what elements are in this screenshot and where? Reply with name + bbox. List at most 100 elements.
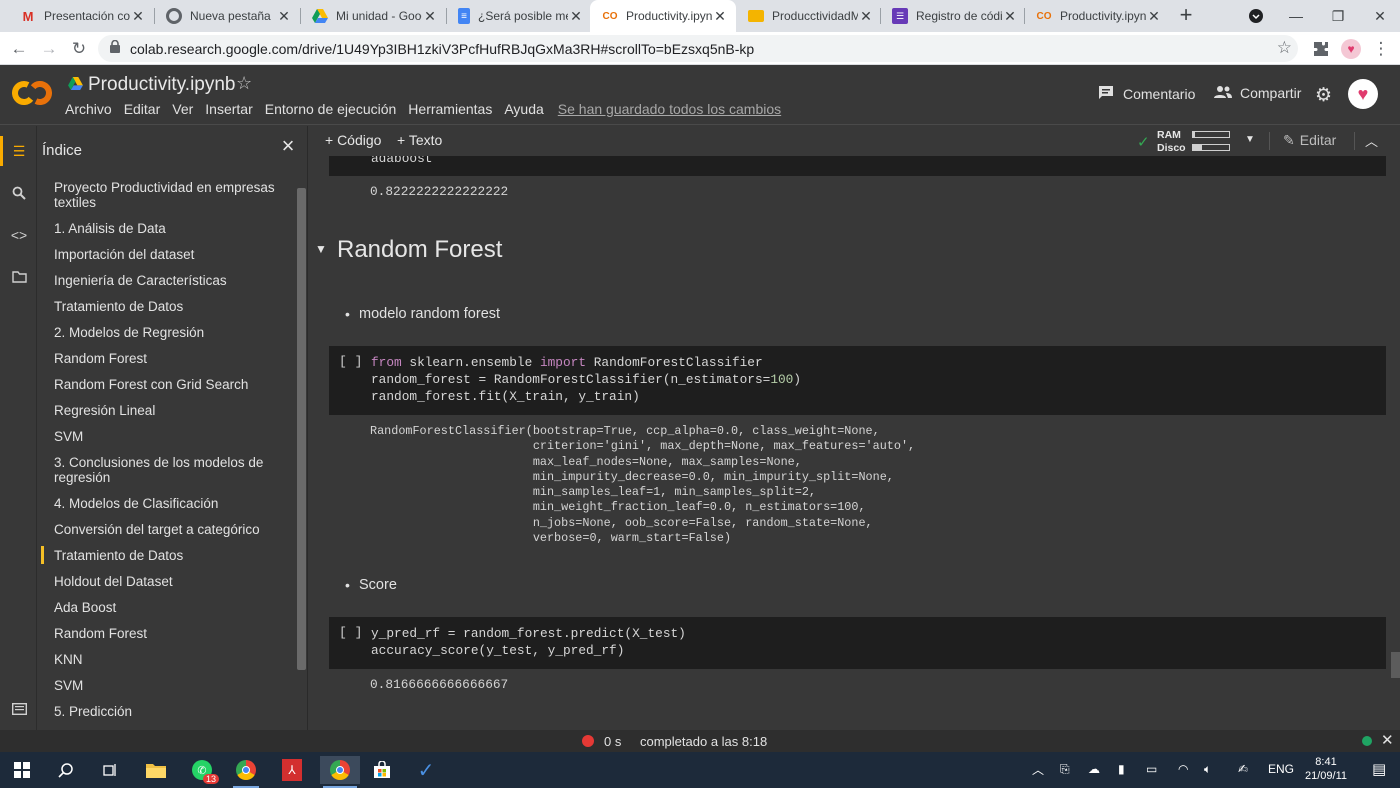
folder-icon[interactable]: [8, 266, 30, 288]
usb-icon[interactable]: ▮: [1118, 762, 1125, 776]
browser-tab[interactable]: ≡ ¿Será posible mej ✕: [446, 0, 592, 32]
toc-item[interactable]: 1. Análisis de Data: [37, 221, 295, 236]
windows-start-icon[interactable]: [6, 756, 38, 784]
new-tab-button[interactable]: +: [1174, 4, 1198, 28]
drive-icon[interactable]: [68, 77, 83, 95]
execution-status[interactable]: completado a las 8:18: [640, 734, 767, 749]
address-bar[interactable]: colab.research.google.com/drive/1U49Yp3I…: [98, 35, 1298, 62]
notifications-icon[interactable]: ▤: [1372, 760, 1386, 778]
add-text-button[interactable]: + Texto: [397, 132, 442, 148]
clock[interactable]: 8:41 21/09/11: [1300, 755, 1352, 783]
reload-icon[interactable]: ↻: [66, 36, 92, 62]
battery-icon[interactable]: ▭: [1146, 762, 1157, 776]
close-tab-icon[interactable]: ✕: [422, 8, 438, 25]
toc-item[interactable]: Holdout del Dataset: [37, 574, 295, 589]
minimize-icon[interactable]: —: [1276, 0, 1316, 32]
pen-icon[interactable]: ✍︎: [1238, 762, 1248, 776]
code-cell[interactable]: [ ] y_pred_rf = random_forest.predict(X_…: [329, 617, 1386, 669]
toc-item[interactable]: Tratamiento de Datos: [37, 299, 295, 314]
onedrive-cloud-icon[interactable]: ☁: [1088, 762, 1100, 776]
toc-item[interactable]: KNN: [37, 652, 295, 667]
saved-status[interactable]: Se han guardado todos los cambios: [558, 101, 781, 117]
close-tab-icon[interactable]: ✕: [276, 8, 292, 25]
toc-item[interactable]: Regresión Lineal: [37, 403, 295, 418]
tray-device-icon[interactable]: ⎘: [1060, 762, 1070, 777]
close-tab-icon[interactable]: ✕: [130, 8, 146, 25]
close-tab-icon[interactable]: ✕: [1146, 8, 1162, 25]
code-snippets-icon[interactable]: <>: [8, 224, 30, 246]
extensions-icon[interactable]: [1308, 36, 1334, 62]
collapse-section-icon[interactable]: ▼: [315, 242, 327, 256]
toc-item[interactable]: SVM: [37, 678, 295, 693]
forward-icon[interactable]: →: [36, 36, 62, 62]
user-avatar[interactable]: ♥: [1348, 79, 1378, 109]
comment-button[interactable]: Comentario: [1098, 85, 1195, 103]
toc-item[interactable]: Random Forest con Grid Search: [37, 377, 295, 392]
acrobat-icon[interactable]: ⅄: [276, 756, 308, 784]
task-view-icon[interactable]: [94, 756, 126, 784]
bookmark-star-icon[interactable]: ☆: [1277, 38, 1292, 58]
browser-tab-active[interactable]: CO Productivity.ipynb ✕: [590, 0, 736, 32]
toc-item[interactable]: Random Forest: [37, 626, 295, 641]
browser-tab[interactable]: ProducctividadMl ✕: [736, 0, 882, 32]
search-icon[interactable]: [50, 756, 82, 784]
profile-avatar[interactable]: ♥: [1338, 36, 1364, 62]
toc-item[interactable]: Ingeniería de Características: [37, 273, 295, 288]
close-tab-icon[interactable]: ✕: [712, 8, 728, 25]
run-cell-button[interactable]: [ ]: [339, 354, 362, 369]
volume-icon[interactable]: 🔈︎: [1204, 762, 1211, 777]
share-button[interactable]: Compartir: [1214, 85, 1301, 101]
close-window-icon[interactable]: ✕: [1360, 0, 1400, 32]
search-icon[interactable]: [8, 182, 30, 204]
store-icon[interactable]: [366, 756, 398, 784]
menu-insertar[interactable]: Insertar: [205, 101, 252, 117]
collapse-header-icon[interactable]: ︿: [1365, 131, 1378, 150]
menu-ayuda[interactable]: Ayuda: [504, 101, 543, 117]
toc-item-active[interactable]: Tratamiento de Datos: [37, 546, 295, 564]
toc-item[interactable]: Conversión del target a categórico: [37, 522, 295, 537]
restore-icon[interactable]: ❐: [1318, 0, 1358, 32]
star-icon[interactable]: ☆: [236, 73, 252, 94]
ram-disk-indicator[interactable]: ✓ RAM Disco ▼: [1137, 128, 1257, 154]
chrome-taskbar-icon[interactable]: [230, 756, 262, 788]
toc-item[interactable]: Proyecto Productividad en empresas texti…: [37, 180, 295, 210]
toc-item[interactable]: SVM: [37, 429, 295, 444]
settings-gear-icon[interactable]: ⚙: [1315, 84, 1332, 107]
code-cell[interactable]: [ ] from sklearn.ensemble import RandomF…: [329, 346, 1386, 415]
chrome-profile-taskbar-icon[interactable]: [320, 756, 360, 788]
toc-item[interactable]: 2. Modelos de Regresión: [37, 325, 295, 340]
sidebar-scrollbar[interactable]: [297, 188, 306, 670]
add-code-button[interactable]: + Código: [325, 132, 381, 148]
tray-chevron-up-icon[interactable]: ︿: [1032, 761, 1044, 778]
whatsapp-icon[interactable]: ✆ 13: [186, 756, 219, 784]
terminal-icon[interactable]: [8, 698, 30, 720]
close-tab-icon[interactable]: ✕: [1002, 8, 1018, 25]
browser-tab[interactable]: ☰ Registro de códig ✕: [880, 0, 1026, 32]
toc-item[interactable]: 3. Conclusiones de los modelos de regres…: [37, 455, 295, 485]
table-of-contents-icon[interactable]: ☰: [8, 140, 30, 162]
close-status-icon[interactable]: ✕: [1381, 731, 1394, 749]
menu-entorno[interactable]: Entorno de ejecución: [265, 101, 397, 117]
browser-tab[interactable]: Nueva pestaña ✕: [154, 0, 300, 32]
menu-herramientas[interactable]: Herramientas: [408, 101, 492, 117]
menu-editar[interactable]: Editar: [124, 101, 161, 117]
edit-button[interactable]: ✎ Editar: [1283, 132, 1336, 149]
language-indicator[interactable]: ENG: [1268, 762, 1294, 776]
close-tab-icon[interactable]: ✕: [858, 8, 874, 25]
toc-item[interactable]: 4. Modelos de Clasificación: [37, 496, 295, 511]
toc-item[interactable]: Ada Boost: [37, 600, 295, 615]
code-cell-previous[interactable]: adaboost: [329, 156, 1386, 176]
chrome-menu-icon[interactable]: ⋮: [1368, 36, 1394, 62]
run-cell-button[interactable]: [ ]: [339, 625, 362, 640]
todo-icon[interactable]: ✓: [410, 756, 442, 784]
notebook-scrollbar[interactable]: [1391, 652, 1400, 678]
toc-item[interactable]: Random Forest: [37, 351, 295, 366]
colab-logo[interactable]: [12, 79, 52, 107]
chevron-down-icon[interactable]: ▼: [1245, 134, 1255, 145]
wifi-icon[interactable]: ◠: [1178, 762, 1188, 776]
browser-tab[interactable]: Mi unidad - Goog ✕: [300, 0, 446, 32]
menu-ver[interactable]: Ver: [172, 101, 193, 117]
toc-item[interactable]: Importación del dataset: [37, 247, 295, 262]
close-tab-icon[interactable]: ✕: [568, 8, 584, 25]
notebook-title[interactable]: Productivity.ipynb: [88, 74, 236, 96]
